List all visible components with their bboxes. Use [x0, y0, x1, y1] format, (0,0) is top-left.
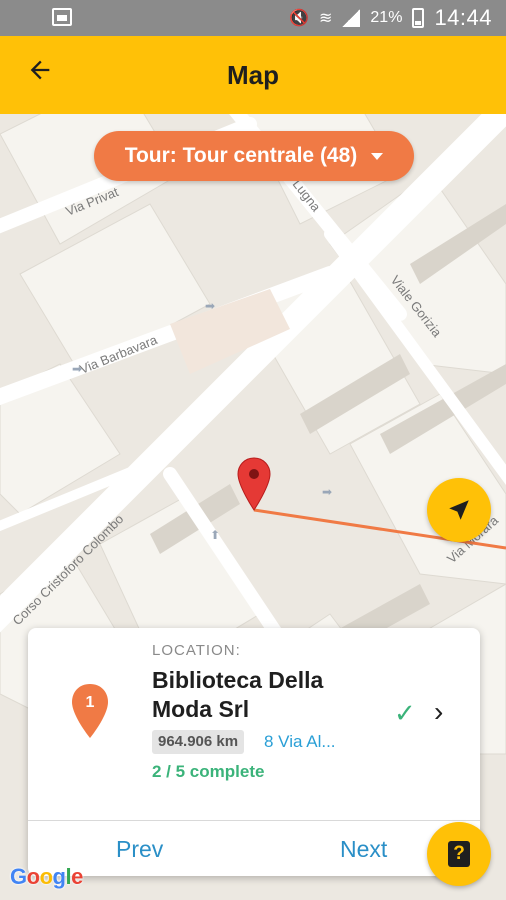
location-name: Biblioteca Della Moda Srl [152, 667, 324, 722]
svg-text:➡: ➡ [205, 299, 215, 313]
checkmark-icon: ✓ [394, 698, 416, 728]
navigate-button[interactable] [427, 478, 491, 542]
chevron-right-icon[interactable]: › [434, 696, 443, 728]
marker-number: 1 [85, 694, 95, 711]
next-button[interactable]: Next [340, 836, 387, 863]
gallery-notification-icon [52, 8, 72, 26]
status-bar: 🔇 ≋ 21% 14:44 [0, 0, 506, 36]
google-logo: Google [10, 864, 83, 889]
tour-selector-dropdown[interactable]: Tour: Tour centrale (48) [94, 131, 414, 181]
dropdown-caret-icon [371, 152, 384, 160]
wifi-icon: ≋ [319, 10, 333, 27]
signal-icon [342, 9, 361, 27]
svg-text:➡: ➡ [322, 485, 332, 499]
page-title: Map [227, 60, 279, 90]
app-bar: Map [0, 36, 506, 114]
battery-percent: 21% [370, 9, 403, 26]
svg-text:➡: ➡ [72, 362, 82, 376]
distance-badge: 964.906 km [152, 730, 245, 754]
location-section-label: LOCATION: [152, 642, 241, 659]
location-pin-icon[interactable] [236, 456, 272, 512]
battery-icon [412, 8, 425, 28]
help-button[interactable]: ? [427, 822, 491, 886]
clock: 14:44 [434, 5, 492, 30]
tour-selector-label: Tour: Tour centrale (48) [124, 144, 358, 167]
address-link[interactable]: 8 Via Al... [264, 732, 336, 752]
svg-text:⬆: ⬆ [210, 528, 220, 542]
navigation-arrow-icon [449, 500, 469, 520]
progress-text: 2 / 5 complete [152, 762, 265, 781]
location-card[interactable]: LOCATION: Biblioteca Della Moda Srl 1 96… [28, 628, 480, 876]
card-divider [28, 820, 480, 821]
status-icons: 🔇 ≋ 21% 14:44 [289, 0, 492, 36]
prev-button[interactable]: Prev [116, 836, 163, 863]
mute-icon: 🔇 [289, 10, 309, 27]
help-icon: ? [448, 841, 470, 867]
